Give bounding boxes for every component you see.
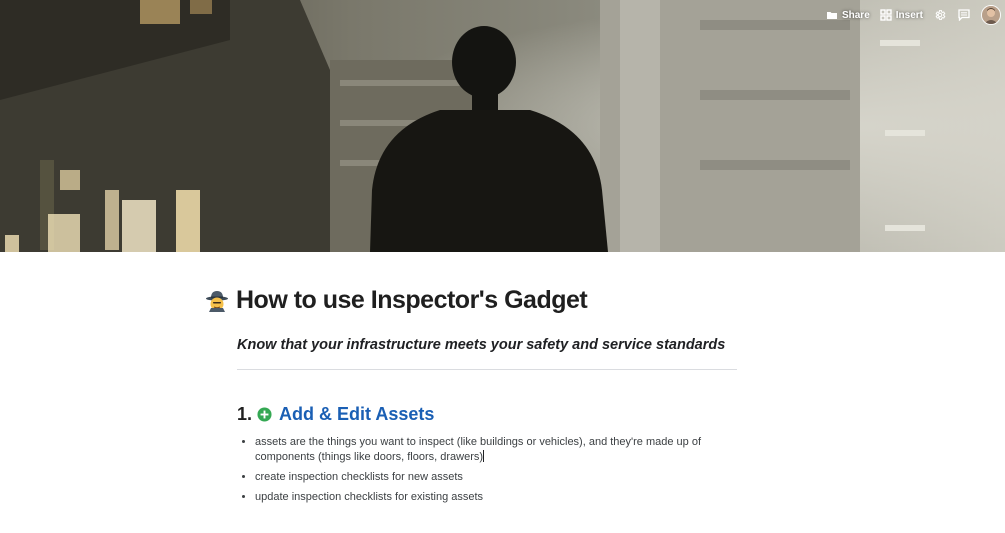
bullet-list: assets are the things you want to inspec… <box>237 435 707 510</box>
cover-image <box>0 0 1005 252</box>
divider <box>237 369 737 370</box>
list-item[interactable]: assets are the things you want to inspec… <box>255 435 707 465</box>
settings-button[interactable] <box>933 8 947 22</box>
comment-icon <box>958 9 970 21</box>
text-cursor <box>483 450 485 462</box>
list-item[interactable]: update inspection checklists for existin… <box>255 490 707 505</box>
grid-icon <box>880 9 892 21</box>
insert-button[interactable]: Insert <box>880 5 923 25</box>
list-item[interactable]: create inspection checklists for new ass… <box>255 470 707 485</box>
page-subtitle[interactable]: Know that your infrastructure meets your… <box>237 337 725 353</box>
user-avatar[interactable] <box>981 5 1001 25</box>
gear-icon <box>935 10 946 20</box>
section-heading[interactable]: 1. Add & Edit Assets <box>237 401 434 427</box>
avatar-image <box>982 6 1000 24</box>
share-button-label: Share <box>841 9 870 21</box>
plus-circle-icon <box>257 406 272 422</box>
section-number: 1. <box>237 403 253 424</box>
top-toolbar: Share Insert <box>826 4 1001 26</box>
doc-title-row: How to use Inspector's Gadget <box>205 282 588 318</box>
page-title[interactable]: How to use Inspector's Gadget <box>236 286 588 315</box>
section-title: Add & Edit Assets <box>279 403 435 424</box>
detective-emoji-icon <box>206 291 228 312</box>
doc-page: Share Insert How to use Inspector's Gadg… <box>0 0 1005 533</box>
share-button[interactable]: Share <box>826 5 870 25</box>
cover-photo-illustration <box>0 0 1005 252</box>
insert-button-label: Insert <box>895 9 923 21</box>
comments-button[interactable] <box>957 8 971 22</box>
folder-icon <box>826 12 837 19</box>
